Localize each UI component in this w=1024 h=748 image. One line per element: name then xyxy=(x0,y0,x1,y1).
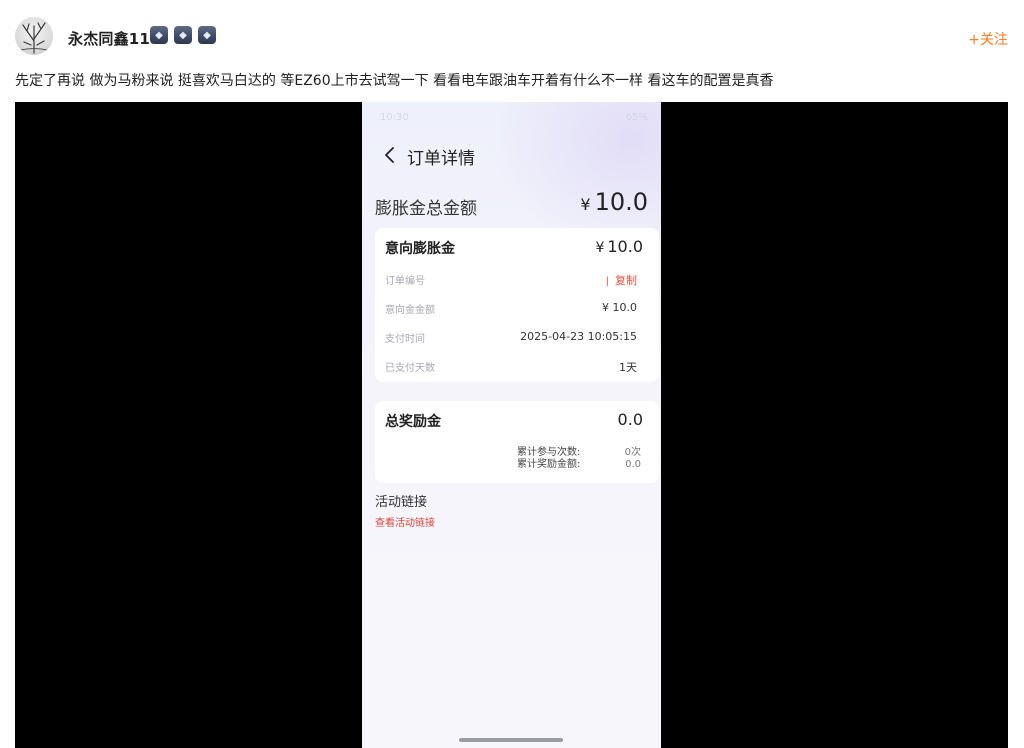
tree-avatar-icon xyxy=(20,22,48,54)
reward-total-label: 累计奖励金额: xyxy=(517,459,581,470)
avatar[interactable] xyxy=(15,17,53,55)
total-label: 膨胀金总金额 xyxy=(375,199,477,219)
intent-card-title: 意向膨胀金 xyxy=(385,241,455,257)
reward-card-title: 总奖励金 xyxy=(385,414,441,430)
badge-group: ◆ ◆ ◆ xyxy=(150,26,216,44)
reward-total-value: 0.0 xyxy=(625,459,641,470)
intent-amount-detail: ¥ 10.0 xyxy=(602,301,637,314)
pay-time-label: 支付时间 xyxy=(385,334,425,345)
reward-card-amount: 0.0 xyxy=(617,410,643,429)
reward-card: 总奖励金 0.0 累计参与次数: 0次 累计奖励金额: 0.0 xyxy=(375,401,659,483)
level-badge-icon: ◆ xyxy=(150,26,168,44)
participation-count-label: 累计参与次数: xyxy=(517,447,581,458)
follow-button[interactable]: +关注 xyxy=(968,29,1008,49)
home-indicator xyxy=(459,738,563,742)
post-header: 永杰同鑫11 ◆ ◆ ◆ +关注 xyxy=(15,17,1010,59)
total-amount: ¥10.0 xyxy=(580,188,648,216)
intent-card-amount: ¥10.0 xyxy=(595,237,643,256)
total-value: 10.0 xyxy=(594,188,648,216)
intent-amount-label: 意向金金额 xyxy=(385,305,435,316)
order-number-row: 订单编号 | 复制 xyxy=(385,272,637,287)
intent-amount-row: 意向金金额 ¥ 10.0 xyxy=(385,301,637,316)
weibo-post: 永杰同鑫11 ◆ ◆ ◆ +关注 先定了再说 做为马粉来说 挺喜欢马白达的 等E… xyxy=(0,0,1024,748)
participation-count-value: 0次 xyxy=(624,447,641,458)
page-title: 订单详情 xyxy=(407,149,475,169)
paid-days-row: 已支付天数 1天 xyxy=(385,359,637,374)
status-time: 10:30 xyxy=(380,112,409,123)
paid-days-label: 已支付天数 xyxy=(385,363,435,374)
reward-stats: 累计参与次数: 0次 累计奖励金额: 0.0 xyxy=(517,447,641,471)
paid-days-value: 1天 xyxy=(619,361,637,374)
phone-screenshot: 10:30 65% 订单详情 膨胀金总金额 ¥10.0 意向膨胀金 ¥10.0 xyxy=(362,102,661,748)
currency-symbol: ¥ xyxy=(580,195,591,214)
back-arrow-icon[interactable] xyxy=(382,146,398,164)
view-activity-link[interactable]: 查看活动链接 xyxy=(375,514,435,529)
pay-time-value: 2025-04-23 10:05:15 xyxy=(520,330,637,343)
copy-button[interactable]: 复制 xyxy=(615,274,637,287)
intent-deposit-card: 意向膨胀金 ¥10.0 订单编号 | 复制 意向金金额 ¥ 10.0 支付时间 2… xyxy=(375,228,659,382)
activity-title: 活动链接 xyxy=(375,495,428,510)
order-number-label: 订单编号 xyxy=(385,276,425,287)
username[interactable]: 永杰同鑫11 xyxy=(68,28,150,49)
level-badge-icon: ◆ xyxy=(174,26,192,44)
participation-count-row: 累计参与次数: 0次 xyxy=(517,447,641,459)
post-image[interactable]: 10:30 65% 订单详情 膨胀金总金额 ¥10.0 意向膨胀金 ¥10.0 xyxy=(15,102,1008,748)
intent-amount-value: 10.0 xyxy=(607,237,643,256)
pay-time-row: 支付时间 2025-04-23 10:05:15 xyxy=(385,330,637,345)
order-number-value: | 复制 xyxy=(605,274,637,287)
post-text: 先定了再说 做为马粉来说 挺喜欢马白达的 等EZ60上市去试驾一下 看看电车跟油… xyxy=(15,73,774,89)
level-badge-icon: ◆ xyxy=(198,26,216,44)
currency-symbol: ¥ xyxy=(595,240,605,256)
reward-total-row: 累计奖励金额: 0.0 xyxy=(517,459,641,471)
status-battery: 65% xyxy=(625,112,648,123)
status-bar: 10:30 65% xyxy=(380,112,648,124)
total-amount-row: 膨胀金总金额 ¥10.0 xyxy=(375,188,648,220)
